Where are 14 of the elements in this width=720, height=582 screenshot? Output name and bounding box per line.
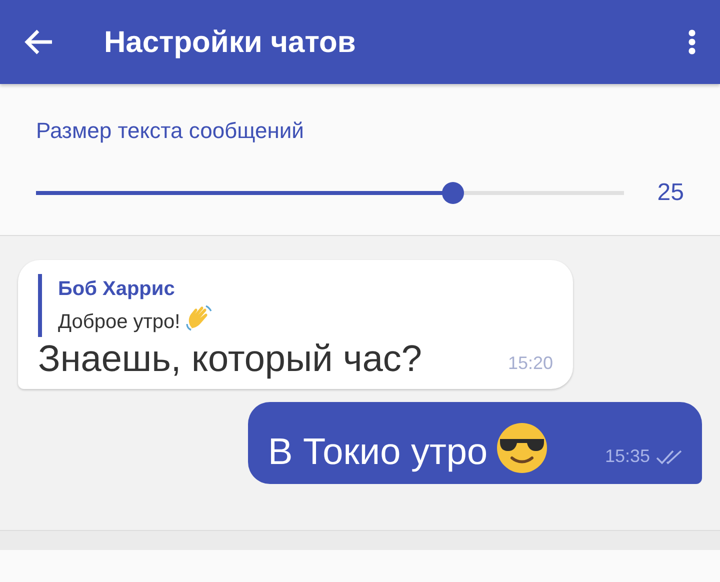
slider-value: 25 bbox=[656, 178, 684, 208]
reply-quote[interactable]: Боб Харрис Доброе утро! bbox=[38, 274, 553, 337]
toolbar-title: Настройки чатов bbox=[104, 24, 356, 60]
back-arrow-icon[interactable] bbox=[24, 29, 54, 55]
sunglasses-face-icon bbox=[496, 422, 548, 474]
message-time: 15:20 bbox=[508, 352, 553, 376]
more-options-icon[interactable] bbox=[688, 29, 696, 55]
setting-label: Размер текста сообщений bbox=[36, 117, 305, 145]
text-size-slider[interactable] bbox=[36, 182, 624, 204]
reply-author: Боб Харрис bbox=[58, 277, 176, 302]
message-text: В Токио утро bbox=[268, 430, 488, 474]
message-time: 15:35 bbox=[604, 445, 650, 468]
reply-text: Доброе утро! bbox=[58, 311, 180, 333]
message-text: Знаешь, который час? bbox=[38, 337, 422, 381]
